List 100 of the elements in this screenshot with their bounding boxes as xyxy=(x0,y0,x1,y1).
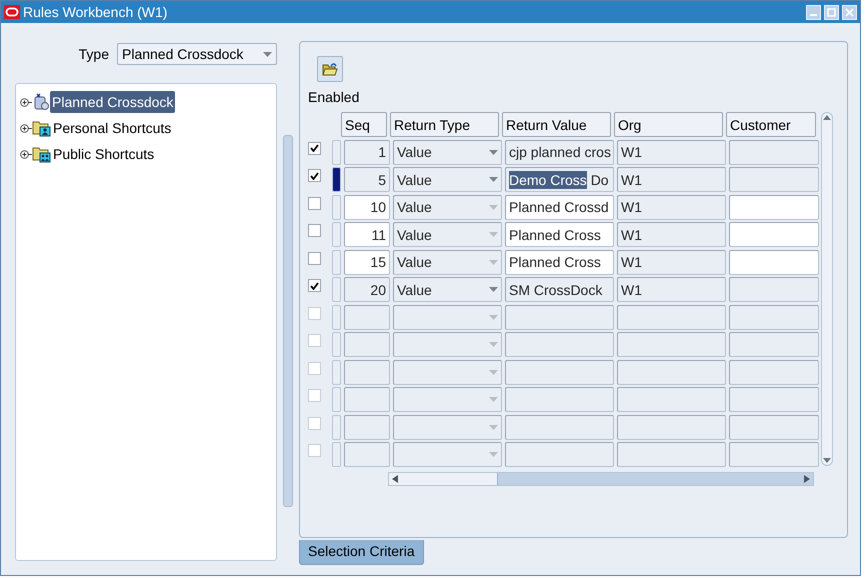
enabled-checkbox[interactable] xyxy=(308,224,321,238)
row-marker[interactable] xyxy=(332,140,341,165)
seq-field[interactable]: 20 xyxy=(344,277,390,302)
row-marker[interactable] xyxy=(332,250,341,275)
return-value-field[interactable]: Planned Crossd xyxy=(505,194,614,220)
tab[interactable]: Selection Criteria xyxy=(299,540,424,565)
return-type-dropdown[interactable] xyxy=(393,414,502,440)
dropdown-arrow-icon[interactable] xyxy=(489,370,498,375)
scroll-down-icon[interactable] xyxy=(823,458,831,463)
tree-item[interactable]: Planned Crossdock xyxy=(50,91,176,113)
org-field[interactable] xyxy=(617,304,726,330)
seq-field[interactable]: 10 xyxy=(344,194,390,220)
seq-field[interactable]: 1 xyxy=(344,140,390,165)
org-field[interactable]: W1 xyxy=(617,194,726,220)
row-marker[interactable] xyxy=(332,304,341,330)
customer-field[interactable] xyxy=(729,222,819,248)
expand-icon[interactable] xyxy=(20,150,32,158)
dropdown-arrow-icon[interactable] xyxy=(489,150,498,155)
org-field[interactable]: W1 xyxy=(617,167,726,192)
dropdown-arrow-icon[interactable] xyxy=(489,177,498,182)
type-dropdown[interactable]: Planned Crossdock xyxy=(117,43,277,65)
enabled-checkbox[interactable] xyxy=(308,252,321,265)
dropdown-arrow-icon[interactable] xyxy=(489,204,498,210)
row-marker[interactable] xyxy=(332,387,341,412)
customer-field[interactable] xyxy=(729,250,819,275)
seq-field[interactable]: 15 xyxy=(344,250,390,275)
scroll-up-icon[interactable] xyxy=(823,115,831,120)
row-marker[interactable] xyxy=(332,277,341,302)
dropdown-arrow-icon[interactable] xyxy=(489,452,498,458)
return-value-field[interactable] xyxy=(505,414,614,440)
enabled-checkbox[interactable] xyxy=(308,389,321,402)
expand-icon[interactable] xyxy=(20,124,32,132)
customer-field[interactable] xyxy=(729,140,819,165)
dropdown-arrow-icon[interactable] xyxy=(489,232,498,238)
scrollbar[interactable] xyxy=(283,135,293,507)
customer-field[interactable] xyxy=(729,277,819,302)
enabled-checkbox[interactable] xyxy=(308,306,321,320)
return-value-field[interactable] xyxy=(505,304,614,330)
return-value-field[interactable]: Planned Cross xyxy=(505,250,614,275)
return-value-field[interactable] xyxy=(505,442,614,468)
return-type-dropdown[interactable]: Value xyxy=(393,222,502,248)
enabled-checkbox[interactable] xyxy=(308,444,321,458)
dropdown-arrow-icon[interactable] xyxy=(489,342,498,348)
row-marker[interactable] xyxy=(332,442,341,468)
vertical-scrollbar[interactable] xyxy=(821,112,833,466)
enabled-checkbox[interactable] xyxy=(308,169,321,182)
return-value-field[interactable] xyxy=(505,387,614,412)
customer-field[interactable] xyxy=(729,332,819,358)
dropdown-arrow-icon[interactable] xyxy=(489,424,498,430)
enabled-checkbox[interactable] xyxy=(308,196,321,210)
return-type-dropdown[interactable]: Value xyxy=(393,194,502,220)
return-type-dropdown[interactable] xyxy=(393,387,502,412)
row-marker[interactable] xyxy=(332,414,341,440)
customer-field[interactable] xyxy=(729,442,819,468)
expand-icon[interactable] xyxy=(20,98,32,106)
row-marker[interactable] xyxy=(332,222,341,248)
customer-field[interactable] xyxy=(729,304,819,330)
scroll-right-icon[interactable] xyxy=(804,474,810,482)
customer-field[interactable] xyxy=(729,414,819,440)
dropdown-arrow-icon[interactable] xyxy=(489,287,498,292)
close-button[interactable] xyxy=(842,4,857,20)
enabled-checkbox[interactable] xyxy=(308,279,321,292)
open-folder-button[interactable] xyxy=(317,56,343,82)
scroll-left-icon[interactable] xyxy=(392,474,398,482)
tree-item[interactable]: Personal Shortcuts xyxy=(51,117,174,139)
return-value-field[interactable] xyxy=(505,332,614,358)
customer-field[interactable] xyxy=(729,167,819,192)
seq-field[interactable]: 11 xyxy=(344,222,390,248)
return-value-field[interactable]: Planned Cross xyxy=(505,222,614,248)
return-value-field[interactable]: cjp planned cros xyxy=(505,140,614,165)
seq-field[interactable] xyxy=(344,414,390,440)
seq-field[interactable] xyxy=(344,387,390,412)
dropdown-arrow-icon[interactable] xyxy=(263,52,272,56)
return-type-dropdown[interactable] xyxy=(393,360,502,385)
dropdown-arrow-icon[interactable] xyxy=(489,260,498,265)
seq-field[interactable] xyxy=(344,442,390,468)
minimize-button[interactable] xyxy=(806,4,821,20)
seq-field[interactable] xyxy=(344,360,390,385)
tree-item[interactable]: Public Shortcuts xyxy=(51,143,156,165)
row-marker[interactable] xyxy=(332,167,341,192)
row-marker[interactable] xyxy=(332,360,341,385)
dropdown-arrow-icon[interactable] xyxy=(489,397,498,402)
dropdown-arrow-icon[interactable] xyxy=(489,314,498,320)
row-marker[interactable] xyxy=(332,194,341,220)
return-type-dropdown[interactable] xyxy=(393,304,502,330)
org-field[interactable]: W1 xyxy=(617,222,726,248)
return-type-dropdown[interactable]: Value xyxy=(393,277,502,302)
return-type-dropdown[interactable] xyxy=(393,442,502,468)
maximize-button[interactable] xyxy=(824,4,839,20)
org-field[interactable] xyxy=(617,360,726,385)
enabled-checkbox[interactable] xyxy=(308,362,321,375)
return-type-dropdown[interactable]: Value xyxy=(393,140,502,165)
return-value-field[interactable]: Demo Cross Do xyxy=(505,167,614,192)
seq-field[interactable] xyxy=(344,304,390,330)
org-field[interactable]: W1 xyxy=(617,277,726,302)
seq-field[interactable] xyxy=(344,332,390,358)
org-field[interactable] xyxy=(617,387,726,412)
org-field[interactable] xyxy=(617,332,726,358)
customer-field[interactable] xyxy=(729,360,819,385)
return-type-dropdown[interactable]: Value xyxy=(393,167,502,192)
